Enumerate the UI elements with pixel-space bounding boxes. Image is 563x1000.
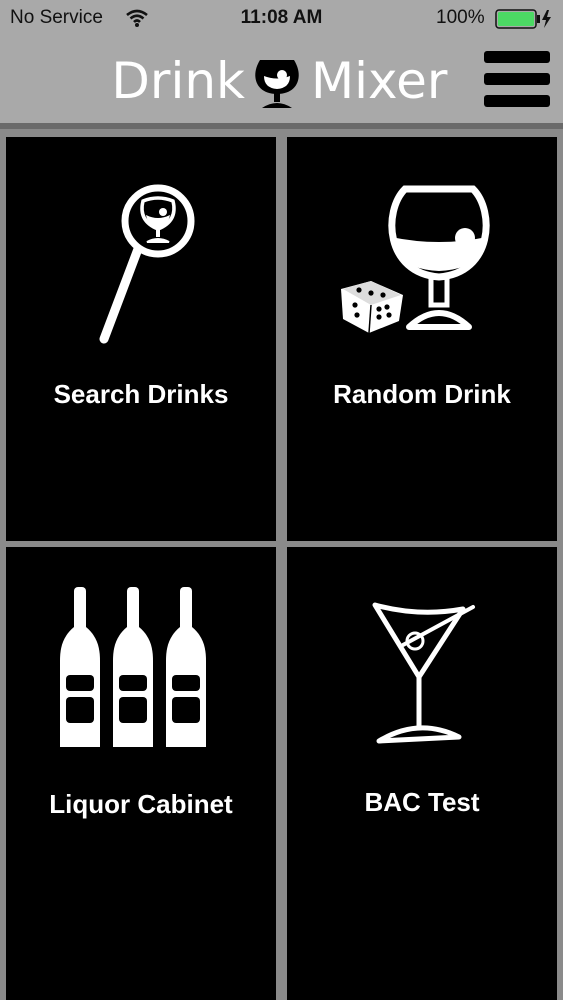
search-drinks-tile[interactable]: Search Drinks — [6, 137, 276, 541]
liquor-cabinet-tile[interactable]: Liquor Cabinet — [6, 547, 276, 1000]
glass-dice-icon — [341, 185, 490, 334]
battery-percent: 100% — [436, 7, 485, 28]
status-bar: No Service 11:08 AM 100% — [0, 0, 563, 36]
app-title-first-word: Drink — [111, 52, 245, 110]
random-drink-label: Random Drink — [333, 379, 511, 409]
bac-test-tile[interactable]: BAC Test — [287, 547, 557, 1000]
hamburger-menu-icon[interactable] — [484, 51, 550, 109]
martini-icon — [372, 602, 475, 744]
bac-test-label: BAC Test — [364, 787, 480, 817]
header-divider — [0, 123, 563, 129]
battery-icon — [495, 9, 551, 29]
liquor-cabinet-label: Liquor Cabinet — [49, 789, 233, 819]
magnifier-glass-icon — [99, 184, 195, 344]
brandy-glass-icon — [255, 60, 299, 108]
app-title-second-word: Mixer — [311, 52, 448, 110]
bottles-icon — [60, 587, 206, 747]
app-header: Drink Mixer — [0, 36, 563, 123]
app-title: Drink Mixer — [0, 52, 563, 112]
random-drink-tile[interactable]: Random Drink — [287, 137, 557, 541]
search-drinks-label: Search Drinks — [53, 379, 229, 409]
